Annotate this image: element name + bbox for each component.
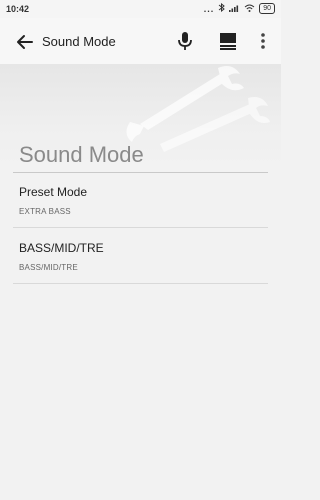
more-vertical-icon: [261, 33, 265, 49]
cellular-signal-icon: [229, 4, 240, 14]
voice-search-button[interactable]: [176, 30, 194, 52]
bass-mid-tre-value: BASS/MID/TRE: [19, 263, 78, 272]
status-bar: 10:42 ... 90: [0, 0, 281, 18]
wifi-icon: [244, 4, 255, 14]
bass-mid-tre-label: BASS/MID/TRE: [19, 241, 104, 255]
notification-dots-icon: ...: [203, 3, 215, 14]
status-time: 10:42: [6, 4, 30, 14]
app-bar: Sound Mode: [0, 18, 281, 64]
preset-mode-item[interactable]: Preset Mode EXTRA BASS: [13, 173, 268, 228]
more-options-button[interactable]: [258, 31, 268, 51]
app-bar-title: Sound Mode: [42, 34, 116, 49]
bass-mid-tre-item[interactable]: BASS/MID/TRE BASS/MID/TRE: [13, 228, 268, 284]
queue-button[interactable]: [219, 32, 237, 50]
microphone-icon: [178, 32, 192, 50]
back-button[interactable]: [14, 31, 36, 53]
queue-icon: [220, 33, 236, 50]
bluetooth-icon: [218, 2, 226, 14]
item-divider: [13, 283, 268, 284]
preset-mode-label: Preset Mode: [19, 185, 88, 199]
status-icons: ... 90: [203, 2, 275, 14]
battery-indicator: 90: [259, 3, 275, 14]
page-section-title: Sound Mode: [19, 142, 144, 167]
preset-mode-value: EXTRA BASS: [19, 207, 71, 216]
back-arrow-icon: [17, 35, 33, 49]
